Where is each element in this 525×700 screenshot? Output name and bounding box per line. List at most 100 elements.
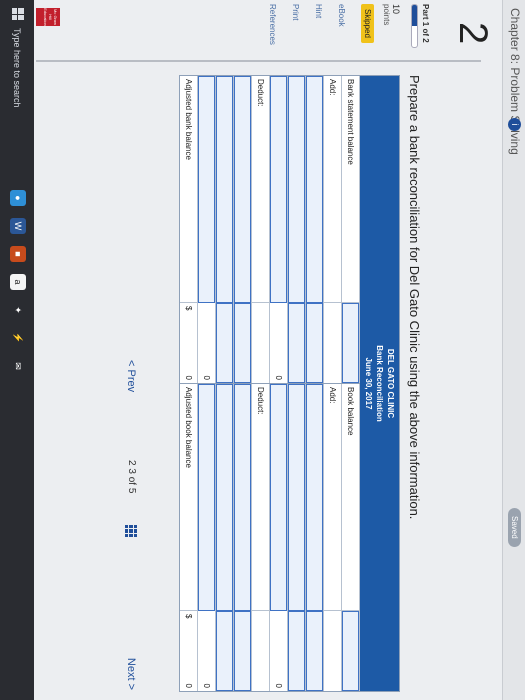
- table-row: 0: [198, 76, 216, 383]
- table-row: [288, 76, 306, 383]
- book-add-desc-input-3[interactable]: [270, 384, 287, 611]
- part-progress-bar: [411, 4, 418, 48]
- question-pagination: < Prev 2 3 of 5 Next >: [118, 360, 142, 690]
- table-row: Deduct:: [252, 76, 270, 383]
- book-deduct-desc-input-2[interactable]: [216, 384, 233, 611]
- table-row: Bank statement balance: [342, 76, 360, 383]
- currency-symbol: $: [184, 306, 193, 311]
- bank-deduct-total: 0: [202, 375, 211, 380]
- amazon-icon[interactable]: a: [10, 274, 26, 290]
- adjusted-book-total: 0: [184, 683, 193, 688]
- assignment-header: Chapter 8: Problem Solving i Saved: [502, 0, 525, 700]
- bank-add-desc-input-3[interactable]: [270, 76, 287, 303]
- adjusted-book-label: Adjusted book balance: [180, 384, 197, 611]
- prev-button[interactable]: < Prev: [125, 360, 137, 392]
- of-label: of: [126, 476, 137, 486]
- table-row: Add:: [324, 76, 342, 383]
- page-indicator: 2 3 of 5: [126, 460, 137, 493]
- taskbar-apps: ● W ■ a ✦ ⚡ ✉: [10, 190, 26, 374]
- current-page: 2: [126, 460, 137, 466]
- table-row: [234, 384, 252, 691]
- next-button[interactable]: Next >: [125, 658, 137, 690]
- table-row: [216, 384, 234, 691]
- table-row: Adjusted book balance $ 0: [180, 384, 198, 691]
- grid-icon[interactable]: [125, 525, 137, 537]
- store-icon[interactable]: ■: [10, 246, 26, 262]
- bank-deduct-amount-input[interactable]: [234, 303, 251, 383]
- info-icon[interactable]: i: [508, 118, 521, 131]
- windows-taskbar: Type here to search ● W ■ a ✦ ⚡ ✉: [0, 0, 34, 700]
- chapter-title[interactable]: Chapter 8: Problem Solving: [508, 8, 522, 155]
- dropbox-icon[interactable]: ✦: [10, 302, 26, 318]
- bank-reconciliation-table: DEL GATO CLINIC Bank Reconciliation June…: [179, 75, 400, 692]
- book-add-amount-input[interactable]: [306, 611, 323, 691]
- print-link[interactable]: Print: [291, 4, 300, 56]
- book-deduct-amount-input-2[interactable]: [216, 611, 233, 691]
- word-icon[interactable]: W: [10, 218, 26, 234]
- book-deduct-desc-input[interactable]: [234, 384, 251, 611]
- bank-add-desc-input-2[interactable]: [288, 76, 305, 303]
- current-page-2: 3: [126, 468, 137, 474]
- book-deduct-desc-input-3[interactable]: [198, 384, 215, 611]
- bank-balance-label: Bank statement balance: [342, 76, 359, 303]
- photo-frame: Chapter 8: Problem Solving i Saved 2 Par…: [0, 0, 525, 700]
- table-row: 0: [270, 76, 288, 383]
- references-link[interactable]: References: [268, 4, 277, 56]
- taskbar-search-input[interactable]: Type here to search: [12, 28, 22, 108]
- reconciliation-header: DEL GATO CLINIC Bank Reconciliation June…: [360, 76, 399, 691]
- table-row: 0: [198, 384, 216, 691]
- bank-add-label: Add:: [324, 76, 341, 303]
- saved-badge: Saved: [508, 508, 521, 547]
- statement-date: June 30, 2017: [364, 357, 373, 410]
- book-deduct-total: 0: [202, 683, 211, 688]
- bank-add-desc-input[interactable]: [306, 76, 323, 303]
- adjusted-bank-label: Adjusted bank balance: [180, 76, 197, 303]
- browser-screen: Chapter 8: Problem Solving i Saved 2 Par…: [0, 0, 525, 700]
- table-row: [216, 76, 234, 383]
- bank-balance-input[interactable]: [342, 303, 359, 383]
- currency-symbol: $: [184, 614, 193, 619]
- bank-deduct-desc-input-2[interactable]: [216, 76, 233, 303]
- table-row: Add:: [324, 384, 342, 691]
- part-label: Part 1 of 2: [421, 4, 430, 43]
- table-row: [288, 384, 306, 691]
- book-deduct-amount-input[interactable]: [234, 611, 251, 691]
- book-add-desc-input[interactable]: [306, 384, 323, 611]
- reconciliation-body: Bank statement balance Add: 0 Deduct: 0 …: [180, 76, 360, 691]
- book-add-total: 0: [274, 683, 283, 688]
- table-row: Book balance: [342, 384, 360, 691]
- book-balance-input[interactable]: [342, 611, 359, 691]
- windows-start-icon[interactable]: [12, 8, 24, 20]
- bank-add-total: 0: [274, 375, 283, 380]
- hint-link[interactable]: Hint: [314, 4, 323, 56]
- table-row: Adjusted bank balance $ 0: [180, 76, 198, 383]
- question-number: 2: [451, 22, 495, 45]
- bank-add-amount-input[interactable]: [306, 303, 323, 383]
- chrome-icon[interactable]: ●: [10, 190, 26, 206]
- question-prompt: Prepare a bank reconciliation for Del Ga…: [407, 75, 422, 520]
- bank-deduct-label: Deduct:: [252, 76, 269, 303]
- book-add-amount-input-2[interactable]: [288, 611, 305, 691]
- table-row: [306, 76, 324, 383]
- table-row: [234, 76, 252, 383]
- app-icon[interactable]: ⚡: [10, 330, 26, 346]
- points-label: points: [382, 4, 391, 26]
- mail-icon[interactable]: ✉: [10, 358, 26, 374]
- ebook-link[interactable]: eBook: [337, 4, 346, 56]
- bank-deduct-desc-input-3[interactable]: [198, 76, 215, 303]
- question-sidebar: Part 1 of 2 10 points Skipped eBook Hint…: [268, 4, 430, 56]
- book-balance-label: Book balance: [342, 384, 359, 611]
- company-name: DEL GATO CLINIC: [386, 348, 395, 419]
- book-add-desc-input-2[interactable]: [288, 384, 305, 611]
- bank-deduct-amount-input-2[interactable]: [216, 303, 233, 383]
- bank-deduct-desc-input[interactable]: [234, 76, 251, 303]
- table-row: 0: [270, 384, 288, 691]
- mcgraw-hill-logo: Mc Graw Hill Education: [36, 8, 60, 26]
- divider: [36, 60, 481, 62]
- bank-side: Bank statement balance Add: 0 Deduct: 0 …: [180, 76, 360, 384]
- adjusted-bank-total: 0: [184, 375, 193, 380]
- bank-add-amount-input-2[interactable]: [288, 303, 305, 383]
- book-side: Book balance Add: 0 Deduct: 0 Adjusted b…: [180, 384, 360, 691]
- skipped-badge: Skipped: [361, 4, 374, 43]
- points-value: 10: [391, 4, 401, 15]
